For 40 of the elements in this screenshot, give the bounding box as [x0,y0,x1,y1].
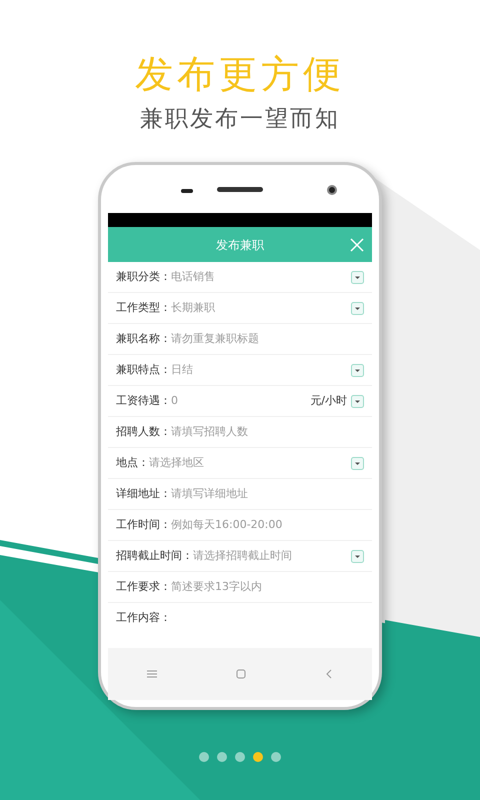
phone-speaker [181,189,193,193]
input-field[interactable]: 例如每天16:00-20:00 [171,516,364,534]
dropdown-icon[interactable] [351,364,364,376]
field-label: 兼职分类： [116,268,171,285]
unit-label: 元/小时 [310,392,347,409]
dropdown-icon[interactable] [351,394,364,408]
headline: 发布更方便 [135,52,345,96]
field-value: 长期兼职 [171,300,215,316]
field-label: 招聘人数： [116,424,171,440]
subheadline: 兼职发布一望而知 [140,105,340,134]
input-field[interactable]: 请填写招聘人数 [171,424,364,440]
input-field[interactable]: 简述要求13字以内 [171,578,364,596]
screen-title: 发布兼职 [216,236,264,254]
field-label: 工作要求： [116,578,171,595]
field-value: 请选择地区 [149,454,204,471]
dropdown-icon[interactable] [351,270,364,284]
field-label: 工作时间： [116,516,171,533]
input-field[interactable]: 请勿重复兼职标题 [171,330,364,348]
field-label: 工作类型： [116,300,171,316]
dropdown-icon[interactable] [351,302,364,314]
dropdown-icon[interactable] [351,456,364,470]
phone-earpiece [217,186,263,192]
field-label: 招聘截止时间： [116,548,193,564]
field-label: 工资待遇： [116,392,171,409]
dropdown-icon[interactable] [351,550,364,562]
input-field[interactable]: 请填写详细地址 [171,486,364,502]
field-label: 详细地址： [116,486,171,502]
home-icon[interactable] [236,669,246,679]
field-label: 地点： [116,454,149,471]
field-label: 兼职特点： [116,362,171,378]
field-value: 电话销售 [171,268,215,285]
menu-icon[interactable] [147,670,158,678]
field-label: 工作内容： [116,610,171,626]
field-value: 日结 [171,362,193,378]
close-icon[interactable] [350,238,364,252]
back-icon[interactable] [324,669,333,679]
phone-camera [327,185,337,195]
field-value: 请选择招聘截止时间 [193,548,292,564]
field-value: 0 [171,392,178,409]
field-label: 兼职名称： [116,330,171,347]
